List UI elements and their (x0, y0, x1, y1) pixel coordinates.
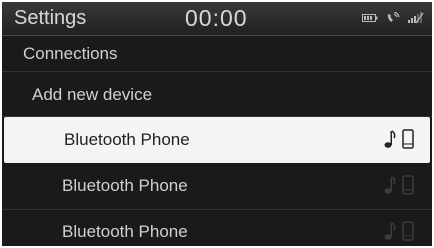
connections-label: Connections (23, 44, 118, 63)
device-icons (384, 175, 414, 195)
device-label: Bluetooth Phone (62, 222, 188, 241)
connections-header[interactable]: Connections (2, 36, 432, 72)
device-item[interactable]: Bluetooth Phone (2, 163, 432, 210)
phone-call-icon (386, 12, 400, 24)
music-note-icon (384, 175, 396, 195)
device-item[interactable]: Bluetooth Phone (2, 209, 432, 246)
phone-icon (402, 129, 414, 149)
status-icons (362, 12, 424, 24)
settings-screen: Settings 00:00 Connections Add new devic… (2, 2, 432, 246)
music-note-icon (384, 221, 396, 241)
device-label: Bluetooth Phone (64, 130, 190, 149)
clock: 00:00 (185, 5, 248, 31)
battery-icon (362, 13, 378, 23)
add-new-device-label: Add new device (32, 85, 153, 104)
device-icons (384, 221, 414, 241)
music-note-icon (384, 129, 396, 149)
add-new-device-item[interactable]: Add new device (2, 72, 432, 117)
phone-icon (402, 221, 414, 241)
device-item-selected[interactable]: Bluetooth Phone (4, 117, 430, 163)
header-bar: Settings 00:00 (2, 2, 432, 36)
device-icons (384, 129, 414, 149)
page-title: Settings (14, 7, 87, 29)
device-label: Bluetooth Phone (62, 176, 188, 195)
signal-icon (408, 12, 424, 24)
phone-icon (402, 175, 414, 195)
